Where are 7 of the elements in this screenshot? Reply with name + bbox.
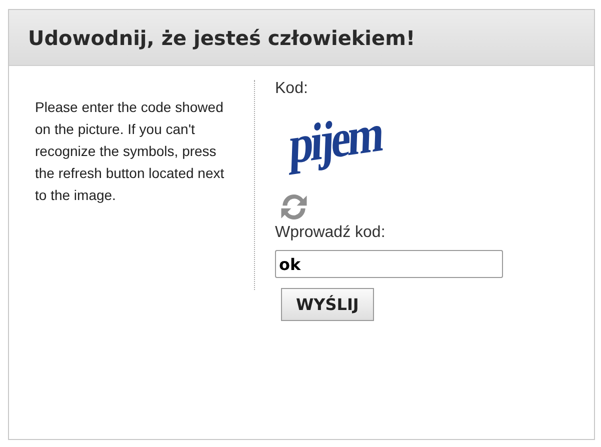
input-label: Wprowadź kod: (275, 224, 386, 242)
captcha-image: pijem (288, 106, 382, 174)
instructions-text: Please enter the code showed on the picture. If you can't recognize the symbols, press the refresh button located next to the image. (35, 98, 226, 205)
code-label: Kod: (275, 80, 308, 98)
form-title: Udowodnij, że jesteś człowiekiem! (28, 26, 416, 50)
code-input[interactable]: ok (275, 250, 503, 278)
submit-button[interactable]: WYŚLIJ (281, 288, 374, 321)
